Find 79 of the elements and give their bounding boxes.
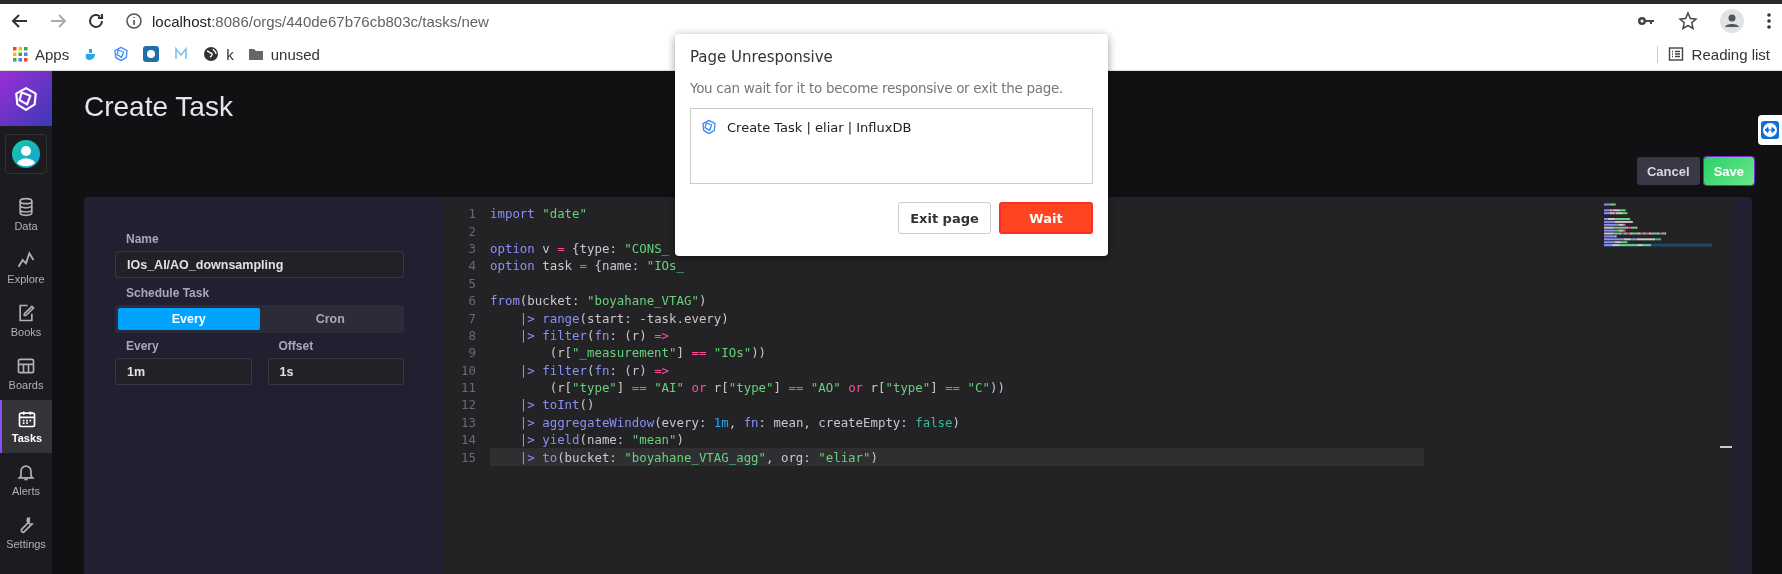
- sidebar-item[interactable]: Explore: [0, 241, 52, 294]
- sidebar-item[interactable]: Data: [0, 188, 52, 241]
- bookmark-label[interactable]: unused: [270, 45, 320, 63]
- code-line: option task = {name: "IOs_: [490, 258, 684, 274]
- line-number: 4: [467, 258, 477, 274]
- sidebar-item[interactable]: Alerts: [0, 453, 52, 506]
- star-icon[interactable]: [1678, 11, 1698, 31]
- globe-icon: [203, 46, 220, 62]
- notebook-pen-icon: [16, 303, 36, 323]
- cancel-button[interactable]: Cancel: [1637, 157, 1700, 185]
- line-graph-icon: [16, 250, 36, 270]
- code-line: |> filter(fn: (r) =>: [518, 362, 670, 378]
- code-line: from(bucket: "boyahane_VTAG"): [490, 293, 707, 309]
- exit-page-button[interactable]: Exit page: [898, 202, 991, 234]
- name-input[interactable]: IOs_AI/AO_downsampling: [115, 251, 404, 278]
- line-number: 12: [460, 397, 477, 413]
- line-number: 14: [460, 432, 477, 448]
- influxdb-logo-icon: [113, 46, 130, 62]
- bookmark-label[interactable]: k: [226, 45, 234, 63]
- reading-list-link[interactable]: Reading list: [1691, 45, 1770, 63]
- line-number: 13: [460, 414, 477, 430]
- address-bar-url[interactable]: localhost:8086/orgs/440de67b76cb803c/tasks/new: [152, 12, 489, 30]
- schedule-option[interactable]: Cron: [259, 308, 401, 330]
- list-icon[interactable]: [1667, 46, 1684, 62]
- code-line: |> aggregateWindow(every: 1m, fn: mean, createEmpty: false): [518, 414, 960, 430]
- line-number: 2: [467, 223, 477, 239]
- sidebar-item[interactable]: Boards: [0, 347, 52, 400]
- more-menu-icon[interactable]: [1766, 12, 1772, 30]
- double-arrow-circle-icon: [1761, 121, 1779, 139]
- influxdb-logo[interactable]: [0, 71, 52, 126]
- reload-icon[interactable]: [86, 11, 106, 31]
- every-input[interactable]: 1m: [115, 358, 252, 385]
- line-number: 9: [467, 345, 477, 361]
- line-number: 10: [460, 362, 477, 378]
- dialog-title: Page Unresponsive: [690, 48, 833, 66]
- line-number: 1: [467, 206, 477, 222]
- sidebar-item[interactable]: Books: [0, 294, 52, 347]
- field-label: Schedule Task: [125, 286, 211, 300]
- line-number: 8: [467, 327, 477, 343]
- line-number: 6: [467, 293, 477, 309]
- field-label: Name: [125, 232, 160, 246]
- code-line: |> toInt(): [518, 397, 595, 413]
- field-label: Every: [125, 339, 160, 353]
- page-entry-title[interactable]: Create Task | eliar | InfluxDB: [727, 119, 912, 135]
- current-code-line: |> to(bucket: "boyahane_VTAG_agg", org: "eliar"): [518, 449, 878, 465]
- code-line: |> range(start: -task.every): [518, 310, 729, 326]
- profile-avatar-icon[interactable]: [1720, 9, 1744, 33]
- bookmark-label[interactable]: Apps: [35, 45, 70, 63]
- line-number: 3: [467, 240, 477, 256]
- scrollbar-mark: [1720, 446, 1732, 448]
- sidebar-item[interactable]: Settings: [0, 506, 52, 559]
- field-label: Offset: [277, 339, 315, 353]
- calendar-icon: [17, 409, 37, 429]
- dialog-message: You can wait for it to become responsive or exit the page.: [690, 80, 1063, 96]
- folder-icon: [247, 46, 264, 62]
- sidebar-item[interactable]: Tasks: [0, 400, 52, 453]
- code-editor[interactable]: [444, 199, 1734, 574]
- remote-control-tab[interactable]: [1758, 115, 1782, 145]
- bell-icon: [16, 462, 36, 482]
- user-avatar-button[interactable]: [5, 134, 47, 174]
- influxdb-logo-icon: [701, 119, 717, 135]
- line-number: 5: [467, 275, 477, 291]
- info-icon[interactable]: [124, 11, 144, 31]
- apps-grid-icon: [12, 46, 28, 62]
- page-title: Create Task: [84, 91, 233, 122]
- line-number: 7: [467, 310, 477, 326]
- code-line: import "date": [490, 206, 587, 222]
- database-icon: [16, 197, 36, 217]
- m-mark-icon: [173, 46, 190, 62]
- offset-input[interactable]: 1s: [267, 358, 404, 385]
- code-line: |> filter(fn: (r) =>: [518, 327, 670, 343]
- code-line: (r["type"] == "AI" or r["type"] == "AO" or r["type"] == "C")): [548, 380, 1005, 396]
- code-line: option v = {type: "CONS_: [490, 240, 670, 256]
- code-line: (r["_measurement"] == "IOs")): [548, 345, 767, 361]
- grid-icon: [16, 356, 36, 376]
- line-number: 11: [460, 380, 477, 396]
- user-avatar-icon: [12, 140, 40, 168]
- line-number: 15: [460, 449, 477, 465]
- code-line: |> yield(name: "mean"): [518, 432, 684, 448]
